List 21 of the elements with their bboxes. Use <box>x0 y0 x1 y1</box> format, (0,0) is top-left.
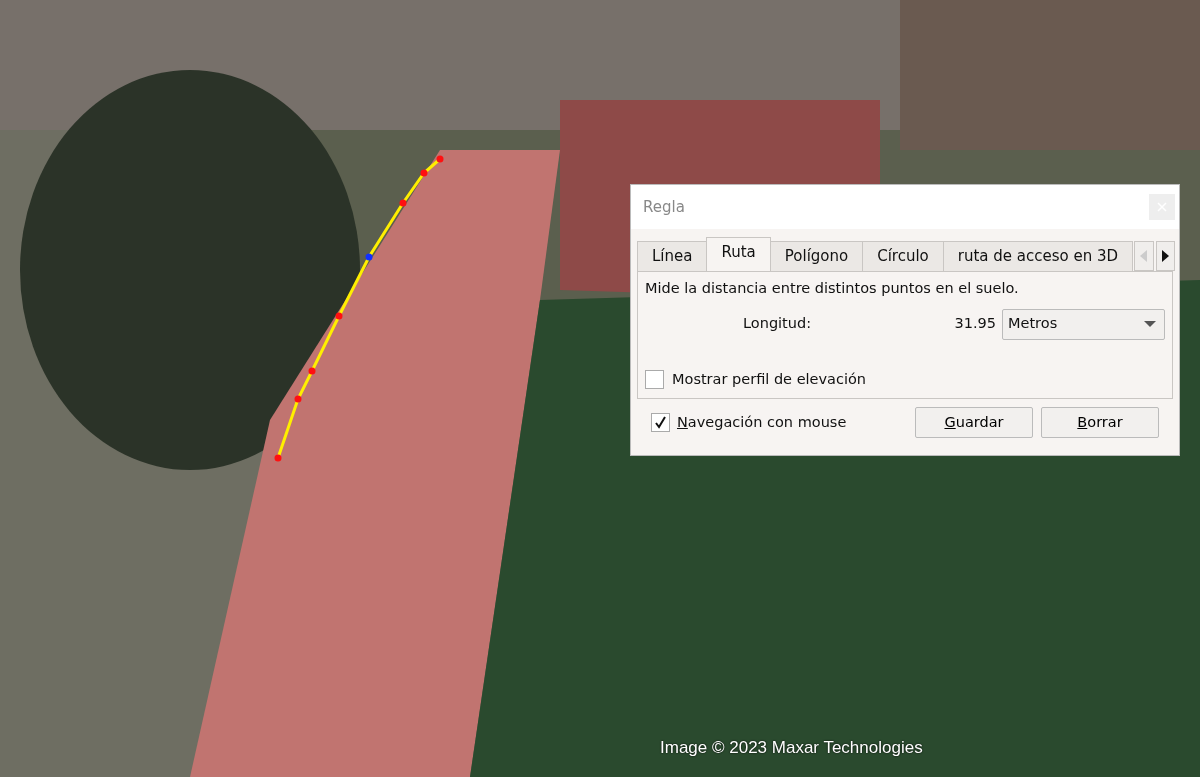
left-arrow-icon <box>1140 250 1148 262</box>
dialog-button[interactable]: Borrar <box>1041 407 1159 438</box>
tab[interactable]: Círculo <box>862 241 944 271</box>
right-arrow-icon <box>1161 250 1169 262</box>
tab[interactable]: Polígono <box>769 241 864 271</box>
elevation-profile-checkbox[interactable] <box>645 370 664 390</box>
tab[interactable]: ruta de acceso en 3D <box>942 241 1134 271</box>
scroll-right-button[interactable] <box>1155 241 1175 271</box>
caret-icon <box>1144 321 1156 328</box>
dialog-title: Regla <box>643 196 685 218</box>
mouse-navigation-label: Navegación con mouse <box>677 412 847 432</box>
checkmark-icon <box>654 416 667 429</box>
imagery-attribution: Image © 2023 Maxar Technologies <box>660 737 923 759</box>
length-label: Longitud: <box>743 314 813 334</box>
description-text: Mide la distancia entre distintos puntos en el suelo. <box>645 279 1020 298</box>
tab[interactable]: Línea <box>637 241 708 271</box>
elevation-profile-label: Mostrar perfil de elevación <box>672 369 867 389</box>
dialog-button[interactable]: Guardar <box>915 407 1033 438</box>
length-value: 31.95 <box>954 314 996 334</box>
mouse-navigation-checkbox[interactable] <box>651 413 670 432</box>
unit-dropdown[interactable]: Metros <box>1002 308 1165 340</box>
